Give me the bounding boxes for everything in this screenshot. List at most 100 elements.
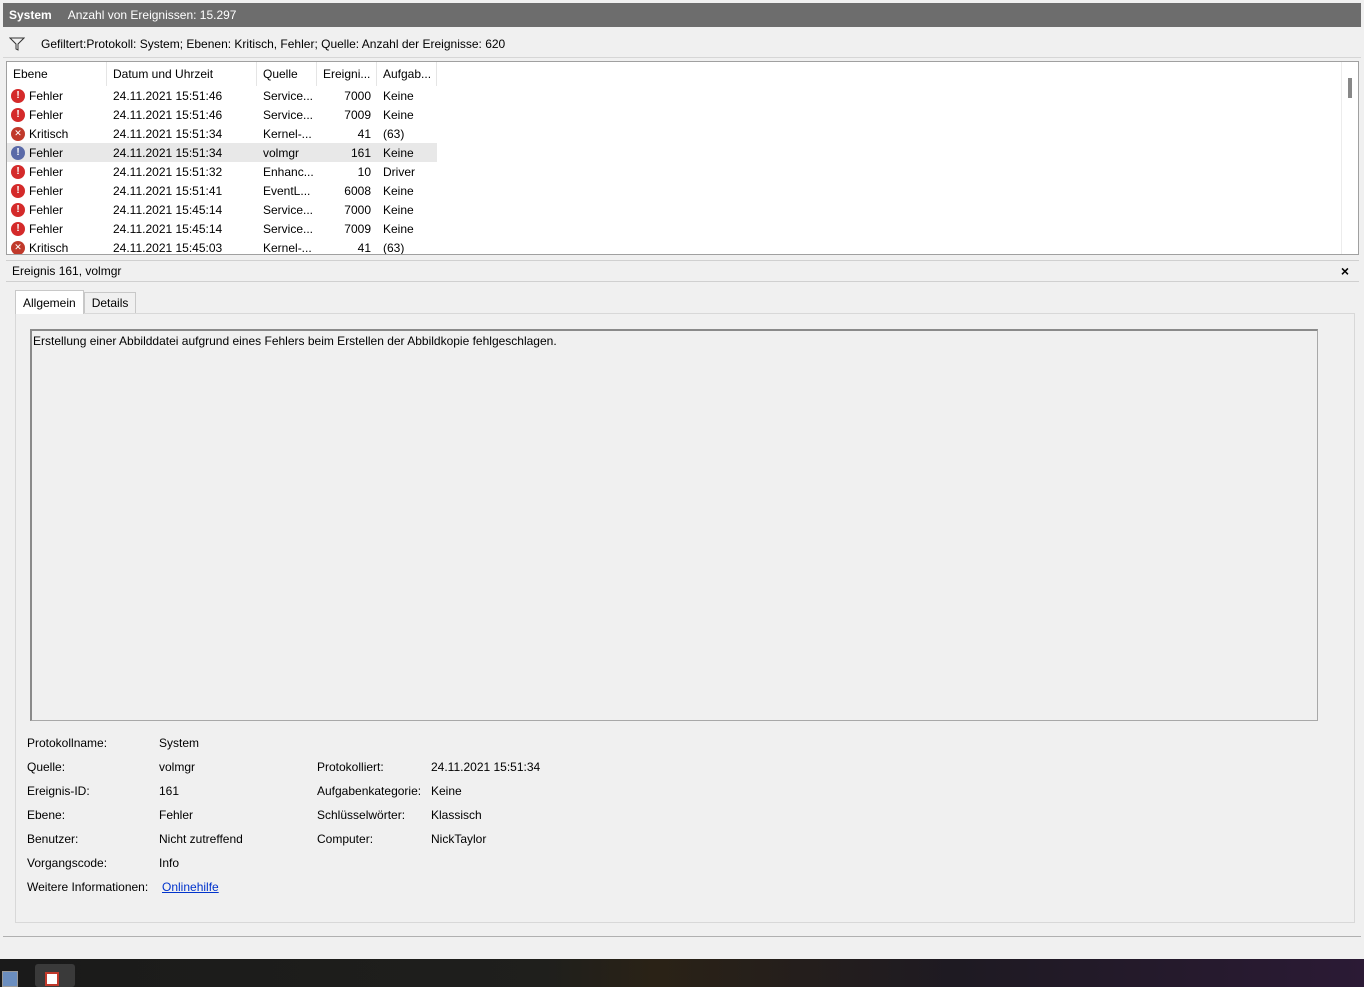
cell-task: (63) [383, 240, 405, 255]
critical-icon: ✕ [11, 240, 25, 254]
cell-level: ! Fehler [7, 162, 107, 181]
event-viewer-icon [45, 972, 59, 986]
log-name-label: Protokollname: [27, 736, 108, 750]
level-label: Ebene: [27, 808, 66, 822]
level-text: Fehler [29, 164, 64, 179]
table-row[interactable]: ! Fehler 24.11.2021 15:51:46 Service... 7009… [7, 105, 437, 124]
scrollbar-thumb[interactable] [1348, 78, 1352, 98]
cell-event-id: 41 [357, 126, 371, 141]
level-text: Fehler [29, 145, 64, 160]
cell-event-id: 7000 [344, 202, 371, 217]
table-row[interactable]: ! Fehler 24.11.2021 15:51:46 Service... 7000… [7, 86, 437, 105]
cell-date: 24.11.2021 15:51:34 [113, 145, 223, 160]
computer-label: Computer: [317, 832, 374, 846]
cell-level: ! Fehler [7, 219, 107, 238]
cell-source: Service... [263, 107, 314, 122]
cell-task: Keine [383, 221, 414, 236]
level-value: Fehler [159, 808, 194, 822]
error-icon: ! [11, 221, 25, 236]
error-icon: ! [11, 164, 25, 179]
level-text: Fehler [29, 88, 64, 103]
column-header-source[interactable]: Quelle [257, 62, 317, 86]
computer-value: NickTaylor [431, 832, 487, 846]
cell-level: ! Fehler [7, 105, 107, 124]
event-message[interactable]: Erstellung einer Abbilddatei aufgrund ei… [30, 329, 1318, 721]
cell-source: Enhanc... [263, 164, 314, 179]
cell-task: Keine [383, 107, 414, 122]
error-icon: ! [11, 107, 25, 122]
cell-level: ✕ Kritisch [7, 124, 107, 143]
taskbar-app-icon[interactable] [2, 971, 18, 987]
event-id-value: 161 [159, 784, 180, 798]
cell-event-id: 6008 [344, 183, 371, 198]
column-header-level[interactable]: Ebene [7, 62, 107, 86]
source-value: volmgr [159, 760, 196, 774]
event-list[interactable]: Ebene Datum und Uhrzeit Quelle Ereigni..… [6, 61, 1359, 255]
tab-details[interactable]: Details [83, 292, 137, 313]
task-category-value: Keine [431, 784, 462, 798]
cell-event-id: 161 [350, 145, 371, 160]
cell-date: 24.11.2021 15:51:34 [113, 126, 223, 141]
keywords-label: Schlüsselwörter: [317, 808, 406, 822]
cell-event-id: 7000 [344, 88, 371, 103]
column-header-date[interactable]: Datum und Uhrzeit [107, 62, 257, 86]
cell-event-id: 7009 [344, 221, 371, 236]
taskbar [0, 959, 1364, 987]
filter-icon [9, 37, 25, 51]
cell-event-id: 10 [357, 164, 371, 179]
cell-source: Kernel-... [263, 240, 312, 255]
cell-event-id: 41 [357, 240, 371, 255]
cell-level: ! Fehler [7, 86, 107, 105]
table-row[interactable]: ✕ Kritisch 24.11.2021 15:45:03 Kernel-... 41… [7, 238, 437, 255]
cell-date: 24.11.2021 15:51:41 [113, 183, 223, 198]
logged-label: Protokolliert: [317, 760, 384, 774]
column-header-task[interactable]: Aufgab... [377, 62, 437, 86]
critical-icon: ✕ [11, 126, 25, 141]
taskbar-eventviewer-button[interactable] [35, 964, 75, 987]
cell-task: Keine [383, 145, 414, 160]
cell-source: volmgr [263, 145, 300, 160]
level-text: Fehler [29, 183, 64, 198]
cell-level: ! Fehler [7, 181, 107, 200]
detail-title: Ereignis 161, volmgr [12, 264, 122, 278]
filter-text: Gefiltert:Protokoll: System; Ebenen: Kri… [41, 36, 506, 51]
close-icon[interactable]: × [1341, 263, 1349, 279]
cell-task: Keine [383, 88, 414, 103]
table-row[interactable]: ! Fehler 24.11.2021 15:51:32 Enhanc... 10 Dri… [7, 162, 437, 181]
keywords-value: Klassisch [431, 808, 482, 822]
online-help-link[interactable]: Onlinehilfe [162, 880, 219, 894]
filter-bar: Gefiltert:Protokoll: System; Ebenen: Kri… [3, 30, 1361, 58]
detail-tabs: Allgemein Details [15, 290, 137, 314]
cell-source: Service... [263, 221, 314, 236]
cell-task: Keine [383, 202, 414, 217]
cell-source: Service... [263, 88, 314, 103]
cell-task: (63) [383, 126, 405, 141]
tab-general[interactable]: Allgemein [15, 290, 84, 314]
cell-date: 24.11.2021 15:51:32 [113, 164, 223, 179]
table-row[interactable]: ! Fehler 24.11.2021 15:51:41 EventL... 6008 K… [7, 181, 437, 200]
log-titlebar: System Anzahl von Ereignissen: 15.297 [3, 3, 1361, 27]
cell-source: Kernel-... [263, 126, 312, 141]
cell-level: ! Fehler [7, 200, 107, 219]
cell-source: Service... [263, 202, 314, 217]
divider [3, 936, 1361, 937]
table-row[interactable]: ✕ Kritisch 24.11.2021 15:51:34 Kernel-... 41… [7, 124, 437, 143]
level-text: Kritisch [29, 126, 69, 141]
cell-date: 24.11.2021 15:45:14 [113, 221, 223, 236]
error-icon: ! [11, 145, 25, 160]
log-name: System [9, 8, 52, 22]
event-count: Anzahl von Ereignissen: 15.297 [67, 8, 237, 22]
error-icon: ! [11, 88, 25, 103]
task-category-label: Aufgabenkategorie: [317, 784, 422, 798]
cell-source: EventL... [263, 183, 311, 198]
list-header: Ebene Datum und Uhrzeit Quelle Ereigni..… [7, 62, 1358, 86]
table-row[interactable]: ! Fehler 24.11.2021 15:51:34 volmgr 161 Keine [7, 143, 437, 162]
cell-level: ✕ Kritisch [7, 238, 107, 254]
list-scrollbar[interactable] [1341, 62, 1358, 254]
log-name-value: System [159, 736, 200, 750]
table-row[interactable]: ! Fehler 24.11.2021 15:45:14 Service... 7009… [7, 219, 437, 238]
event-rows: ! Fehler 24.11.2021 15:51:46 Service... 7000… [7, 86, 1358, 255]
column-header-event-id[interactable]: Ereigni... [317, 62, 377, 86]
source-label: Quelle: [27, 760, 66, 774]
table-row[interactable]: ! Fehler 24.11.2021 15:45:14 Service... 7000… [7, 200, 437, 219]
